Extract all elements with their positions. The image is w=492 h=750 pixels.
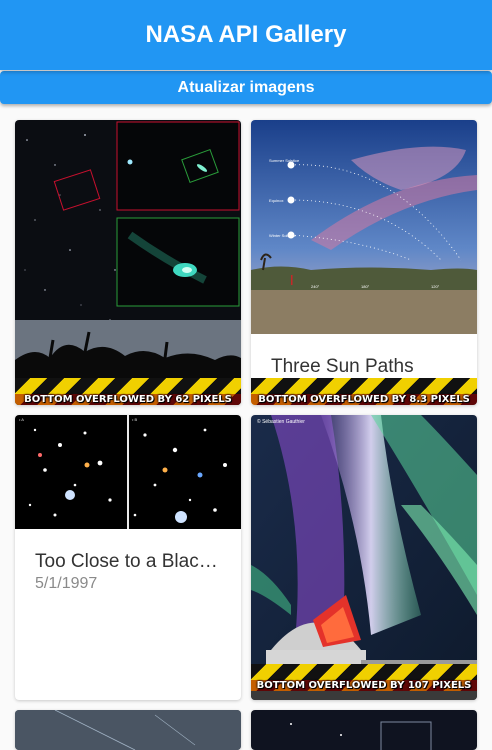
svg-text:180°: 180° bbox=[361, 284, 370, 289]
gallery-image: • A • B bbox=[15, 415, 241, 529]
gallery-image bbox=[15, 710, 241, 750]
card-date: 5/1/1997 bbox=[35, 575, 98, 592]
svg-text:240°: 240° bbox=[311, 284, 320, 289]
gallery-image: © Sébastien Gauthier bbox=[251, 415, 477, 700]
card-title: Three Sun Paths bbox=[271, 356, 414, 377]
gallery-card-1[interactable]: BOTTOM OVERFLOWED BY 62 PIXELS bbox=[15, 120, 241, 405]
app-bar: NASA API Gallery bbox=[0, 0, 492, 70]
refresh-images-button[interactable]: Atualizar imagens bbox=[0, 71, 492, 104]
gallery-card-2[interactable]: Summer Solstice Equinox Winter Solstice … bbox=[251, 120, 477, 405]
image-credit: © Sébastien Gauthier bbox=[257, 418, 305, 425]
overflow-warning: BOTTOM OVERFLOWED BY 8.3 PIXELS bbox=[251, 378, 477, 405]
gallery-image: Summer Solstice Equinox Winter Solstice … bbox=[251, 120, 477, 334]
gallery-card-6[interactable] bbox=[251, 710, 477, 750]
gallery-card-3[interactable]: • A • B Too Close to a Black Hole 5/1/199… bbox=[15, 415, 241, 700]
svg-text:• A: • A bbox=[19, 417, 24, 422]
app-title: NASA API Gallery bbox=[145, 21, 347, 48]
gallery-card-5[interactable] bbox=[15, 710, 241, 750]
gallery-image bbox=[251, 710, 477, 750]
gallery-image bbox=[15, 120, 241, 405]
gallery-card-4[interactable]: © Sébastien Gauthier BOTTOM OVERFLOWED B… bbox=[251, 415, 477, 700]
image-text-equinox: Equinox bbox=[269, 198, 283, 203]
svg-text:120°: 120° bbox=[431, 284, 440, 289]
overflow-warning: BOTTOM OVERFLOWED BY 62 PIXELS bbox=[15, 378, 241, 405]
image-text-winter: Winter Solstice bbox=[269, 233, 296, 238]
svg-text:• B: • B bbox=[132, 417, 138, 422]
image-text-summer: Summer Solstice bbox=[269, 158, 300, 163]
card-title: Too Close to a Black Hole bbox=[35, 551, 227, 572]
overflow-warning: BOTTOM OVERFLOWED BY 107 PIXELS bbox=[251, 664, 477, 691]
